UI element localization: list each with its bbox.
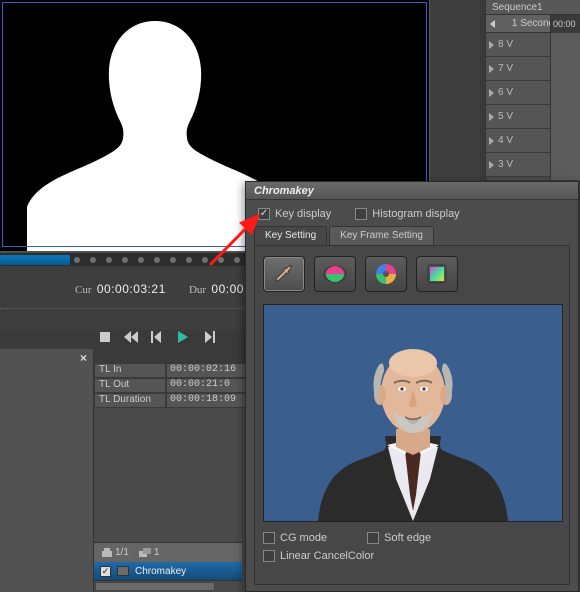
fx-type-icon [117,566,129,576]
dialog-tabs: Key Setting Key Frame Setting [254,226,570,245]
fx-alt[interactable]: 1 [139,547,160,558]
tl-in-value: 00:00:02:16 [166,363,246,378]
sequence-tab[interactable]: Sequence1 [486,0,580,15]
timeline-head: 00:00 [550,15,580,33]
rewind-button[interactable] [122,329,139,346]
hscroll[interactable] [94,580,242,592]
expand-icon[interactable] [489,41,494,49]
cg-mode-checkbox[interactable]: CG mode [263,532,327,544]
checkbox-icon [263,532,275,544]
tl-out-label: TL Out [94,378,166,393]
histogram-display-checkbox[interactable]: Histogram display [355,208,459,220]
linear-cancel-checkbox[interactable]: Linear CancelColor [263,550,561,562]
stack-icon [102,548,112,558]
fx-item-selected[interactable]: ✓ Chromakey [94,562,242,580]
eyedropper-tool[interactable] [263,256,305,292]
transport-controls [96,326,217,348]
expand-icon[interactable] [489,65,494,73]
checkbox-icon [263,550,275,562]
tl-in-label: TL In [94,363,166,378]
expand-icon[interactable] [489,113,494,121]
interval-label: 1 Second [512,18,554,29]
tab-key-setting[interactable]: Key Setting [254,226,327,245]
cur-value: 00:00:03:21 [97,282,166,296]
key-options: CG mode Soft edge Linear CancelColor [263,532,561,562]
close-icon[interactable]: × [80,351,87,365]
scrub-progress [0,255,70,265]
tab-keyframe-setting[interactable]: Key Frame Setting [329,226,434,245]
play-button[interactable] [174,329,191,346]
dialog-title[interactable]: Chromakey [246,182,578,200]
step-back-button[interactable] [148,329,165,346]
fx-counter[interactable]: 1/1 [102,547,129,558]
timeline-body[interactable] [550,33,580,180]
color-wheel-tool-1[interactable] [314,256,356,292]
checkbox-icon [367,532,379,544]
expand-icon[interactable] [489,89,494,97]
color-wheel-tool-2[interactable] [365,256,407,292]
checkbox-icon [355,208,367,220]
picker-tool-row [263,256,561,292]
soft-edge-checkbox[interactable]: Soft edge [367,532,431,544]
checkbox-icon [258,208,270,220]
expand-icon[interactable] [489,137,494,145]
fx-footer: 1/1 1 [94,542,242,562]
stack2-icon [139,548,151,558]
key-display-checkbox[interactable]: Key display [258,208,331,220]
step-fwd-button[interactable] [200,329,217,346]
interval-prev-icon[interactable] [490,20,495,28]
tl-dur-label: TL Duration [94,393,166,408]
dur-label: Dur [189,284,206,296]
expand-icon[interactable] [489,161,494,169]
panel-info: TL In00:00:02:16 TL Out00:00:21:0 TL Dur… [94,363,254,592]
key-preview-frame[interactable] [263,304,563,522]
color-wheel-icon [373,261,399,287]
cur-label: Cur [75,284,92,296]
tl-out-value: 00:00:21:0 [166,378,246,393]
subject-portrait [308,325,518,521]
tl-dur-value: 00:00:18:09 [166,393,246,408]
tab-body: CG mode Soft edge Linear CancelColor [254,245,570,585]
clip-info-table: TL In00:00:02:16 TL Out00:00:21:0 TL Dur… [94,363,254,408]
fx-enabled-checkbox[interactable]: ✓ [100,566,111,577]
panel-left: × [0,349,94,592]
tracks-panel: Sequence1 1 Second 00:00 8 V 7 V 6 V 5 V… [485,0,580,180]
stop-button[interactable] [96,329,113,346]
gradient-rect-icon [425,262,449,286]
chromakey-dialog: Chromakey Key display Histogram display … [245,181,579,592]
rectangle-tool[interactable] [416,256,458,292]
fx-item-label: Chromakey [135,566,186,577]
color-lens-icon [322,261,348,287]
eyedropper-icon [273,263,295,285]
